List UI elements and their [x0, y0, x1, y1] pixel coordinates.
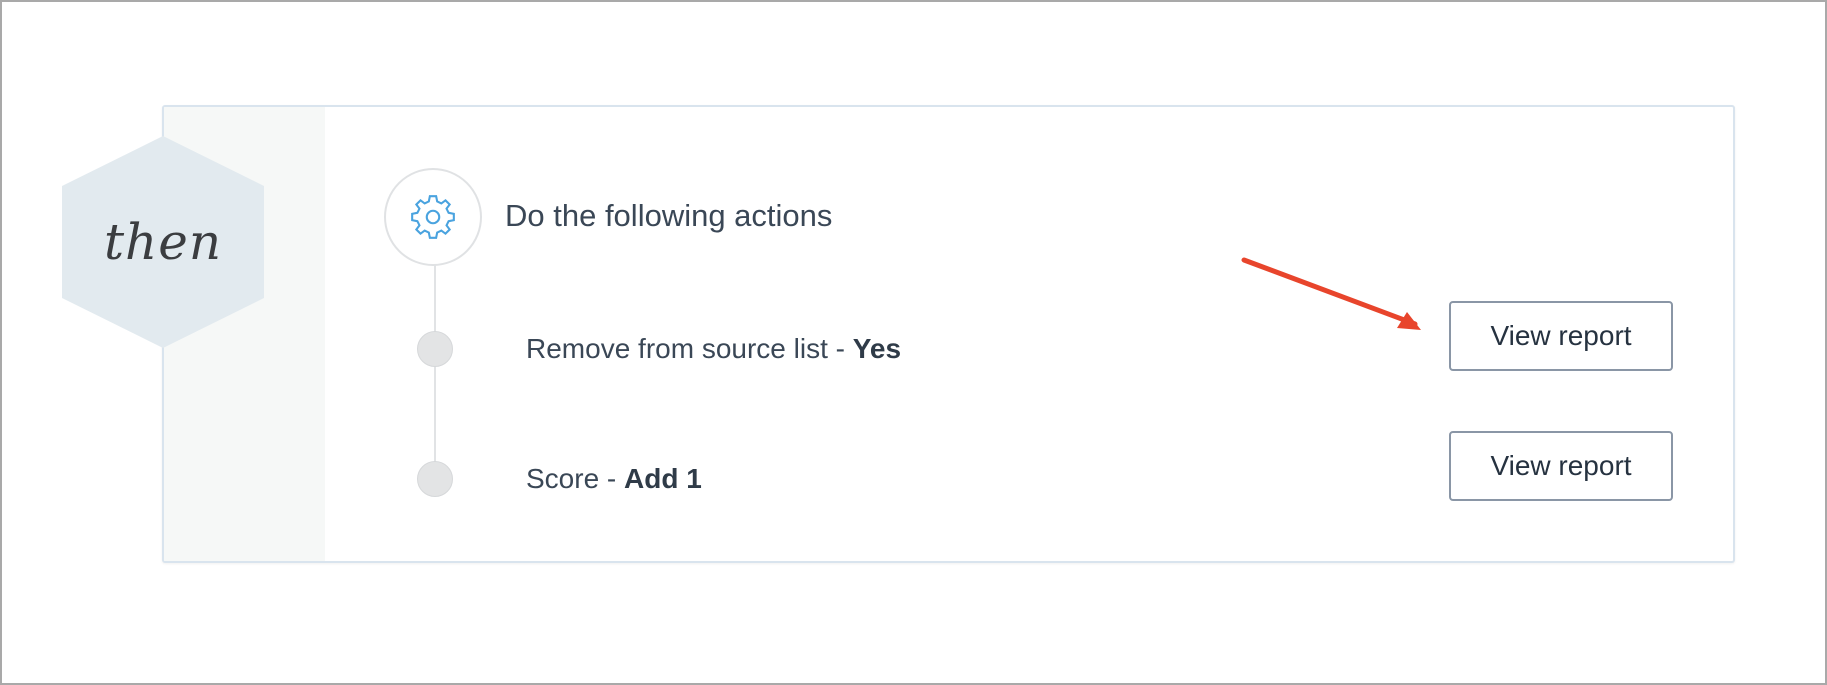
timeline-dot [417, 331, 453, 367]
annotation-arrow-icon [1241, 257, 1421, 330]
action-item-remove-from-source-list: Remove from source list - Yes [526, 333, 901, 365]
timeline-dot [417, 461, 453, 497]
block-heading: Do the following actions [505, 198, 833, 233]
action-value: Add 1 [624, 463, 702, 494]
action-label: Score - [526, 463, 625, 494]
view-report-button[interactable]: View report [1449, 431, 1673, 501]
action-value: Yes [852, 333, 902, 364]
view-report-button[interactable]: View report [1449, 301, 1673, 371]
badge-label: then [103, 213, 223, 271]
action-item-score: Score - Add 1 [526, 463, 702, 495]
action-label: Remove from source list - [526, 333, 853, 364]
timeline-line [434, 264, 436, 480]
then-hexagon-badge: then [62, 136, 264, 348]
gear-icon [411, 195, 455, 239]
header-icon-circle [384, 168, 482, 266]
